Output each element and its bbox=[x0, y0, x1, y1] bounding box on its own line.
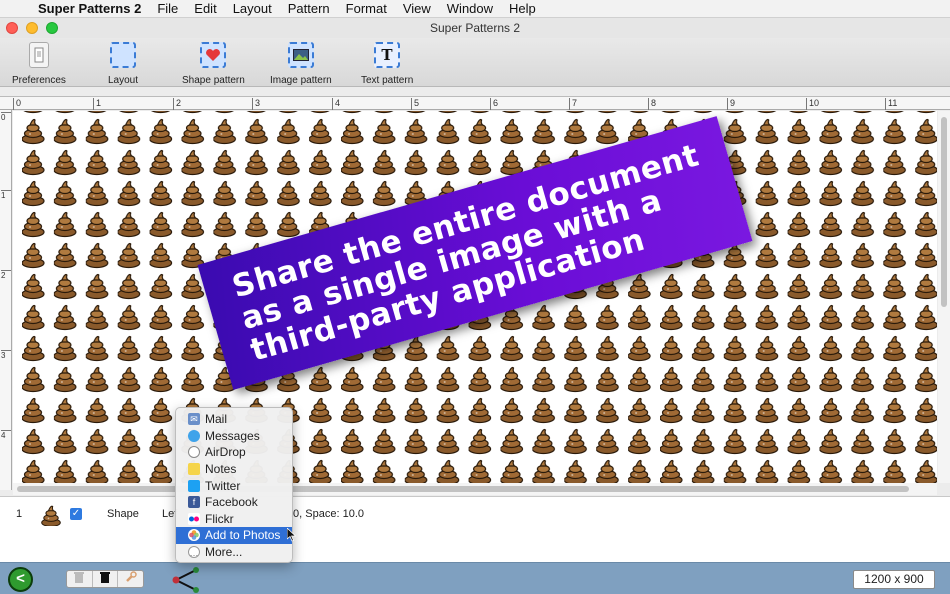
layer-detail-right: .0, Space: 10.0 bbox=[290, 508, 364, 520]
flickr-icon bbox=[188, 512, 200, 525]
ruler-label: 3 bbox=[1, 350, 11, 360]
share-menu-label: Notes bbox=[205, 462, 237, 477]
share-menu-label: Add to Photos bbox=[205, 528, 281, 543]
ruler-label: 4 bbox=[332, 98, 340, 110]
share-menu-label: More... bbox=[205, 545, 243, 560]
menu-window[interactable]: Window bbox=[439, 0, 501, 18]
share-menu-label: Flickr bbox=[205, 511, 234, 526]
vertical-ruler: 0 1 2 3 4 bbox=[0, 110, 12, 490]
menu-help[interactable]: Help bbox=[501, 0, 544, 18]
menu-format[interactable]: Format bbox=[338, 0, 395, 18]
menu-file[interactable]: File bbox=[149, 0, 186, 18]
layout-label: Layout bbox=[108, 75, 139, 86]
zoom-window-button[interactable] bbox=[46, 22, 58, 34]
layout-button[interactable]: Layout bbox=[108, 42, 138, 86]
facebook-icon: f bbox=[188, 496, 200, 509]
ruler-label: 10 bbox=[806, 98, 819, 110]
messages-icon bbox=[188, 429, 200, 442]
ruler-label: 1 bbox=[1, 190, 11, 200]
share-menu-item-twitter[interactable]: Twitter bbox=[176, 477, 292, 494]
heart-shape-icon bbox=[200, 42, 227, 68]
ruler-label: 2 bbox=[1, 270, 11, 280]
layer-row[interactable]: 1 ✓ Shape Lef .0, Space: 10.0 bbox=[0, 505, 950, 527]
airdrop-icon bbox=[188, 446, 200, 459]
ruler-label: 5 bbox=[411, 98, 419, 110]
notes-icon bbox=[188, 463, 200, 476]
trash-disabled-icon[interactable] bbox=[67, 571, 93, 587]
share-menu-item-airdrop[interactable]: AirDrop bbox=[176, 444, 292, 461]
share-menu-label: Facebook bbox=[205, 495, 258, 510]
menu-bar: Super Patterns 2 File Edit Layout Patter… bbox=[0, 0, 950, 18]
mail-icon: ✉ bbox=[188, 413, 200, 426]
share-icon[interactable] bbox=[170, 566, 202, 594]
image-icon bbox=[287, 42, 314, 68]
back-button[interactable]: < bbox=[8, 567, 33, 592]
share-menu-item-add-to-photos[interactable]: Add to Photos bbox=[176, 527, 292, 544]
bottom-bar: < 1200 x 900 bbox=[0, 562, 950, 594]
menu-layout[interactable]: Layout bbox=[225, 0, 280, 18]
ruler-label: 4 bbox=[1, 430, 11, 440]
ruler-label: 2 bbox=[173, 98, 181, 110]
text-pattern-label: Text pattern bbox=[361, 75, 414, 86]
close-window-button[interactable] bbox=[6, 22, 18, 34]
ruler-label: 11 bbox=[885, 98, 897, 110]
layer-visible-checkbox[interactable]: ✓ bbox=[70, 508, 82, 520]
ruler-label: 0 bbox=[13, 98, 21, 110]
layout-icon bbox=[110, 42, 137, 68]
share-menu-label: Mail bbox=[205, 412, 228, 427]
ruler-label: 8 bbox=[648, 98, 656, 110]
title-bar: Super Patterns 2 bbox=[0, 18, 950, 38]
preferences-icon bbox=[28, 42, 49, 68]
ruler-label: 0 bbox=[1, 112, 11, 122]
ruler-label: 7 bbox=[569, 98, 577, 110]
mouse-cursor-icon bbox=[287, 528, 297, 542]
share-menu-label: Messages bbox=[205, 428, 260, 443]
ruler-label: 1 bbox=[93, 98, 101, 110]
layer-type: Shape bbox=[107, 508, 139, 520]
photos-icon bbox=[188, 529, 200, 542]
horizontal-ruler: 0 1 2 3 4 5 6 7 8 9 10 11 bbox=[0, 96, 950, 110]
share-menu-label: AirDrop bbox=[205, 445, 246, 460]
menu-app-name[interactable]: Super Patterns 2 bbox=[30, 0, 149, 18]
horizontal-scrollbar[interactable] bbox=[13, 483, 937, 495]
share-menu: ✉ Mail Messages AirDrop Notes Twitter f … bbox=[175, 407, 293, 563]
share-menu-item-mail[interactable]: ✉ Mail bbox=[176, 411, 292, 428]
shape-pattern-label: Shape pattern bbox=[182, 75, 245, 86]
window-title: Super Patterns 2 bbox=[429, 21, 521, 35]
text-T-icon: T bbox=[374, 42, 401, 68]
menu-edit[interactable]: Edit bbox=[186, 0, 224, 18]
layer-action-segment bbox=[66, 570, 144, 588]
share-menu-item-more[interactable]: … More... bbox=[176, 544, 292, 561]
layer-list: 1 ✓ Shape Lef .0, Space: 10.0 bbox=[0, 496, 950, 562]
more-icon: … bbox=[188, 546, 200, 559]
image-pattern-label: Image pattern bbox=[270, 75, 332, 86]
wrench-icon[interactable] bbox=[118, 571, 143, 587]
share-menu-item-messages[interactable]: Messages bbox=[176, 428, 292, 445]
ruler-label: 3 bbox=[252, 98, 260, 110]
share-menu-item-flickr[interactable]: Flickr bbox=[176, 511, 292, 528]
twitter-icon bbox=[188, 479, 200, 492]
preferences-label: Preferences bbox=[12, 75, 66, 86]
preferences-button[interactable]: Preferences bbox=[12, 42, 66, 86]
document-size-field[interactable]: 1200 x 900 bbox=[853, 570, 935, 589]
trash-icon[interactable] bbox=[93, 571, 119, 587]
menu-pattern[interactable]: Pattern bbox=[280, 0, 338, 18]
toolbar: Preferences Layout Shape pattern Image p… bbox=[0, 38, 950, 87]
vertical-scrollbar[interactable] bbox=[938, 111, 950, 483]
ruler-label: 6 bbox=[490, 98, 498, 110]
share-menu-item-notes[interactable]: Notes bbox=[176, 461, 292, 478]
menu-view[interactable]: View bbox=[395, 0, 439, 18]
shape-pattern-button[interactable]: Shape pattern bbox=[182, 42, 245, 86]
text-pattern-button[interactable]: T Text pattern bbox=[361, 42, 413, 86]
share-menu-label: Twitter bbox=[205, 478, 241, 493]
share-menu-item-facebook[interactable]: f Facebook bbox=[176, 494, 292, 511]
image-pattern-button[interactable]: Image pattern bbox=[270, 42, 332, 86]
minimize-window-button[interactable] bbox=[26, 22, 38, 34]
poop-thumbnail-icon bbox=[40, 504, 62, 529]
layer-index: 1 bbox=[16, 508, 23, 520]
svg-text:T: T bbox=[382, 47, 394, 63]
ruler-label: 9 bbox=[727, 98, 735, 110]
